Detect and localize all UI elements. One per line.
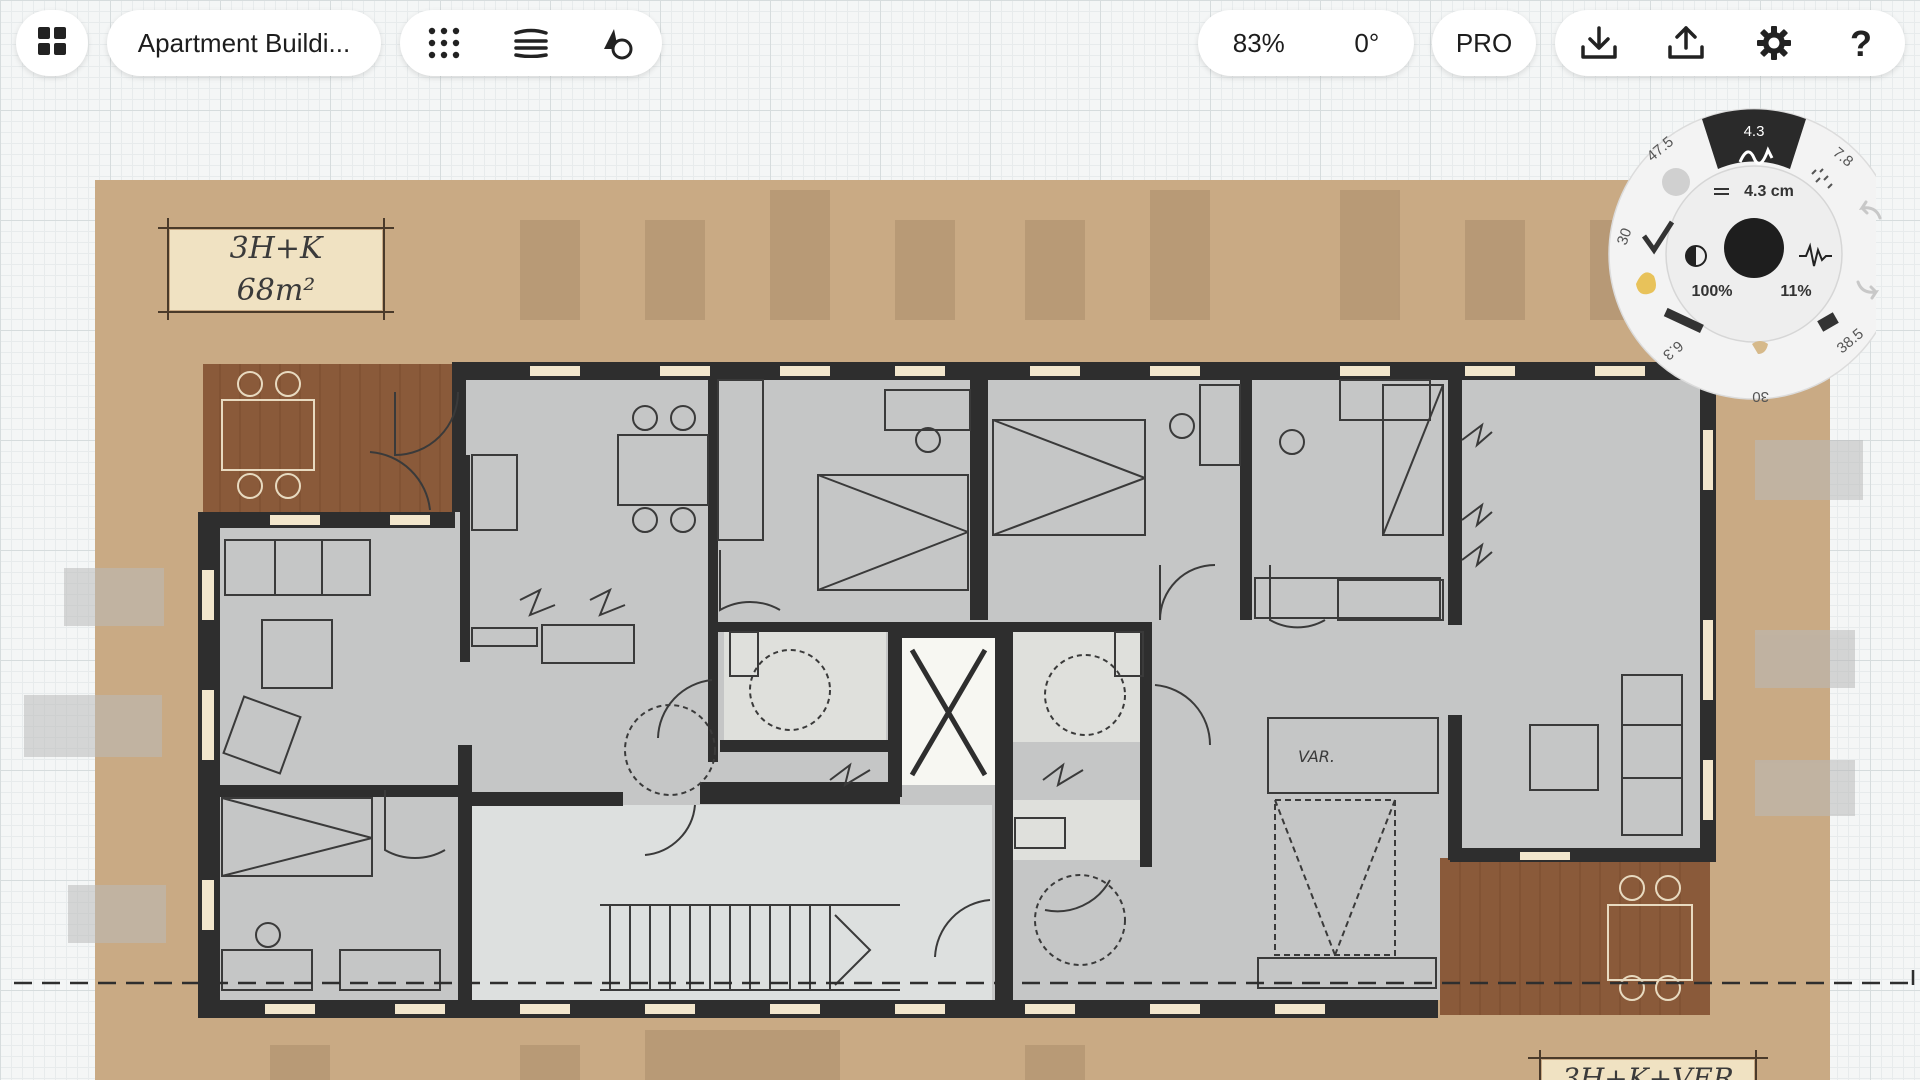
floor-plan: VAR. (198, 362, 1716, 1018)
grid-icon (428, 27, 459, 59)
undo-button[interactable] (1854, 196, 1884, 226)
actions-group: ? (1555, 10, 1905, 76)
download-button[interactable] (1569, 13, 1629, 73)
texture-brush-icon (1662, 168, 1690, 196)
storage-label: VAR. (1298, 747, 1335, 766)
brush-preset-value-1: 4.3 (1744, 123, 1765, 140)
brush-wheel[interactable]: 4.3 4.3 cm 100% 11% 7.8 38.5 30 6.3 30 4… (1604, 94, 1876, 406)
pro-button[interactable]: PRO (1432, 10, 1536, 76)
view-status: 83% 0° (1198, 10, 1414, 76)
wc-tiles (1013, 800, 1148, 860)
brush-size-dot[interactable] (1724, 218, 1784, 278)
gallery-button[interactable] (16, 10, 88, 76)
settings-icon (1756, 26, 1791, 60)
pro-label: PRO (1455, 27, 1513, 58)
grid-button[interactable] (414, 13, 474, 73)
opacity-value: 100% (1692, 283, 1733, 300)
download-icon (1581, 26, 1617, 59)
stair-hall-floor (472, 805, 992, 1000)
zoom-level[interactable]: 83% (1233, 28, 1285, 59)
document-title-button[interactable]: Apartment Buildi... (107, 10, 381, 76)
bathroom-left-tiles (724, 632, 886, 742)
layers-icon (514, 28, 548, 58)
help-button[interactable]: ? (1831, 13, 1891, 73)
svg-text:?: ? (1850, 24, 1872, 62)
tool-group (400, 10, 662, 76)
settings-button[interactable] (1744, 13, 1804, 73)
upload-icon (1668, 26, 1704, 59)
document-title: Apartment Buildi... (137, 27, 351, 58)
share-button[interactable] (1656, 13, 1716, 73)
shapes-icon (604, 29, 633, 60)
redo-icon (1856, 280, 1880, 300)
brush-preset-value-4[interactable]: 30 (1752, 388, 1769, 405)
unit-note-line2: 68m² (237, 273, 316, 308)
brush-size-label: 4.3 cm (1744, 183, 1794, 200)
redo-button[interactable] (1854, 272, 1884, 302)
help-icon: ? (1850, 24, 1872, 62)
undo-icon (1858, 200, 1882, 220)
unit-note-line1: 3H+K (230, 231, 324, 266)
bathroom-right-tiles (1013, 632, 1148, 742)
smoothing-value: 11% (1780, 283, 1811, 300)
shapes-button[interactable] (588, 13, 648, 73)
bottom-note-text: 3H+K+VER (1562, 1062, 1734, 1080)
rotation-angle[interactable]: 0° (1354, 28, 1379, 59)
wood-balcony-left (203, 364, 455, 512)
layers-button[interactable] (501, 13, 561, 73)
unit-sticky-note[interactable]: 3H+K 68m² (158, 218, 394, 320)
gallery-icon (36, 25, 68, 62)
